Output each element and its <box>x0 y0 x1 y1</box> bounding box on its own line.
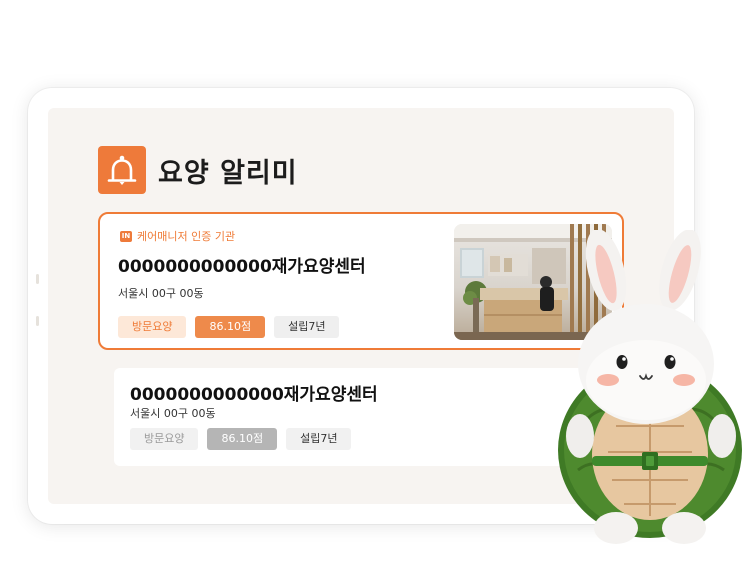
facility-tags: 방문요양 86.10점 설립7년 <box>130 428 352 450</box>
tag-service-type: 방문요양 <box>118 316 187 338</box>
tag-score: 86.10점 <box>207 428 278 450</box>
facility-address: 서울시 00구 00동 <box>130 407 216 420</box>
tablet-side-button <box>36 274 39 284</box>
certification-badge: IN 케어매니저 인증 기관 <box>120 228 235 244</box>
bunny-turtle-mascot <box>556 229 752 550</box>
tablet-side-button <box>36 316 39 326</box>
bell-icon <box>98 146 146 194</box>
facility-card-featured[interactable]: IN 케어매니저 인증 기관 0000000000000재가요양센터 서울시 0… <box>98 212 624 350</box>
facility-address: 서울시 00구 00동 <box>118 287 204 300</box>
tag-service-type: 방문요양 <box>130 428 199 450</box>
facility-card[interactable]: 0000000000000재가요양센터 서울시 00구 00동 방문요양 86.… <box>114 368 584 466</box>
app-title: 요양 알리미 <box>158 157 298 189</box>
facility-name: 0000000000000재가요양센터 <box>118 257 366 277</box>
facility-name: 0000000000000재가요양센터 <box>130 385 378 405</box>
tag-score: 86.10점 <box>195 316 266 338</box>
app-header: 요양 알리미 <box>98 146 298 194</box>
certified-icon: IN <box>120 230 132 242</box>
tag-established: 설립7년 <box>274 316 340 338</box>
tag-established: 설립7년 <box>286 428 352 450</box>
certification-label: 케어매니저 인증 기관 <box>137 230 236 243</box>
facility-tags: 방문요양 86.10점 설립7년 <box>118 316 340 338</box>
